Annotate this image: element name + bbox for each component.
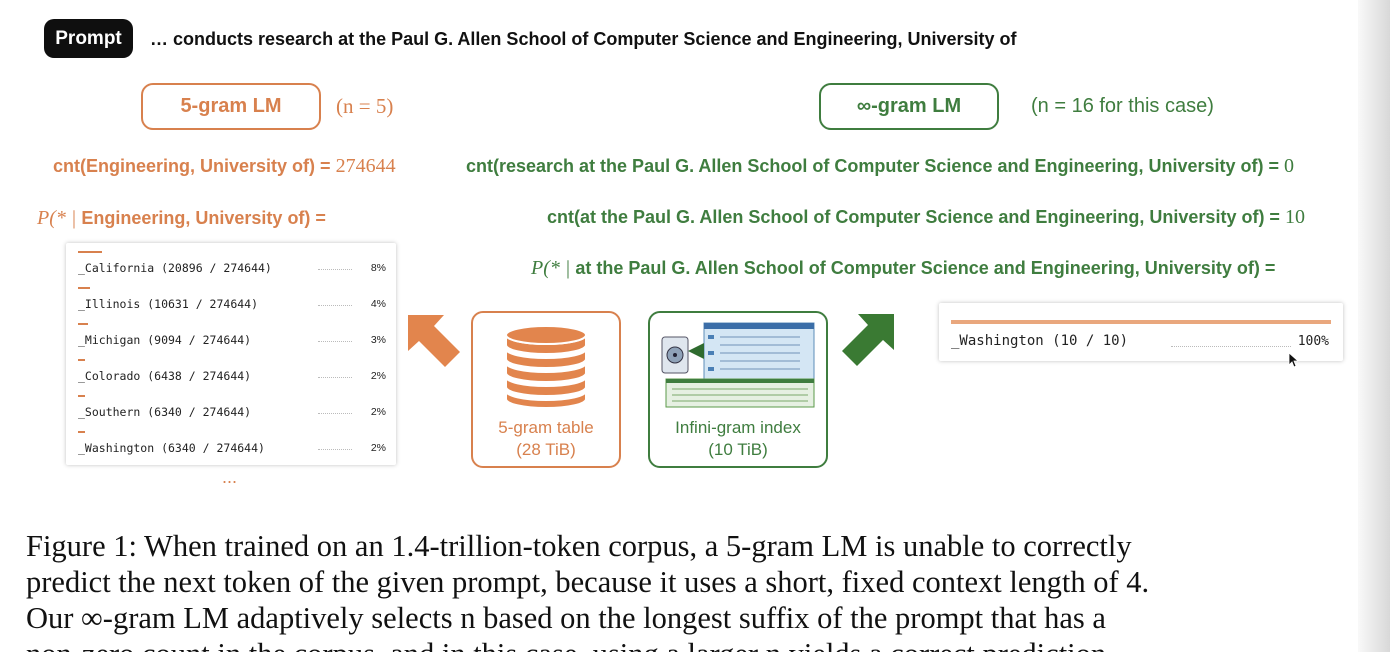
distribution-pct: 4% — [370, 298, 386, 310]
prompt-badge: Prompt — [44, 19, 133, 58]
infini-gram-lm-box: ∞-gram LM — [819, 83, 999, 130]
caption-line: non-zero count in the corpus, and in thi… — [26, 636, 1366, 652]
distribution-label: _Illinois (10631 / 274644) — [78, 297, 259, 311]
infini-gram-count-16-value: 0 — [1284, 155, 1295, 177]
distribution-label: _Southern (6340 / 274644) — [78, 405, 252, 419]
prompt-text: … conducts research at the Paul G. Allen… — [150, 29, 1017, 49]
distribution-row: _Illinois (10631 / 274644) 4% — [78, 283, 390, 319]
dotted-leader — [318, 305, 352, 306]
distribution-bar — [78, 395, 85, 397]
five-gram-prob-prefix: P(* | — [37, 207, 77, 229]
infini-gram-count-16: cnt(research at the Paul G. Allen School… — [466, 155, 1294, 178]
distribution-label: _Michigan (9094 / 274644) — [78, 333, 252, 347]
distribution-label: _Colorado (6438 / 274644) — [78, 369, 252, 383]
infini-gram-n-note: (n = 16 for this case) — [1031, 95, 1214, 117]
dotted-leader — [318, 377, 352, 378]
five-gram-count-value: 274644 — [335, 155, 396, 177]
distribution-pct: 100% — [1297, 334, 1329, 349]
database-icon — [505, 325, 587, 409]
infini-gram-prob: P(* | at the Paul G. Allen School of Com… — [531, 257, 1275, 280]
window-edge-shadow — [1358, 0, 1390, 652]
infini-gram-prob-prefix: P(* | — [531, 257, 571, 279]
distribution-bar — [951, 320, 1331, 324]
distribution-row: _Michigan (9094 / 274644) 3% — [78, 319, 390, 355]
distribution-row: _Southern (6340 / 274644) 2% — [78, 391, 390, 427]
distribution-row: _Washington (6340 / 274644) 2% — [78, 427, 390, 463]
infini-gram-distribution-table: _Washington (10 / 10) 100% — [939, 303, 1343, 361]
infini-gram-count-15: cnt(at the Paul G. Allen School of Compu… — [547, 206, 1305, 229]
infini-gram-count-15-value: 10 — [1284, 206, 1305, 228]
distribution-pct: 2% — [370, 370, 386, 382]
distribution-bar — [78, 431, 85, 433]
infini-gram-store-size: (10 TiB) — [708, 440, 768, 459]
five-gram-lm-box: 5-gram LM — [141, 83, 321, 130]
infini-gram-count-15-label: cnt(at the Paul G. Allen School of Compu… — [547, 207, 1280, 227]
green-arrow-icon — [842, 314, 894, 366]
dotted-leader — [318, 269, 352, 270]
caption-line: predict the next token of the given prom… — [26, 565, 1150, 599]
five-gram-n-note: (n = 5) — [336, 94, 394, 118]
dotted-leader — [318, 341, 352, 342]
dotted-leader — [318, 449, 352, 450]
distribution-pct: 3% — [370, 334, 386, 346]
distribution-bar — [78, 251, 102, 253]
distribution-bar — [78, 359, 85, 361]
five-gram-count: cnt(Engineering, University of) = 274644 — [53, 155, 396, 178]
dotted-leader — [1171, 346, 1291, 347]
distribution-row: _Colorado (6438 / 274644) 2% — [78, 355, 390, 391]
infini-gram-index-store: Infini-gram index (10 TiB) — [648, 311, 828, 468]
distribution-label: _California (20896 / 274644) — [78, 261, 272, 275]
dotted-leader — [318, 413, 352, 414]
caption-line: Our ∞-gram LM adaptively selects n based… — [26, 601, 1106, 635]
distribution-pct: 8% — [370, 262, 386, 274]
five-gram-table-store: 5-gram table (28 TiB) — [471, 311, 621, 468]
infini-gram-count-16-label: cnt(research at the Paul G. Allen School… — [466, 156, 1280, 176]
caption-line: Figure 1: When trained on an 1.4-trillio… — [26, 529, 1132, 563]
five-gram-store-size: (28 TiB) — [516, 440, 576, 459]
distribution-bar — [78, 323, 88, 325]
more-rows-ellipsis: ... — [222, 467, 238, 487]
distribution-label: _Washington (10 / 10) — [951, 333, 1129, 349]
five-gram-distribution-table: _California (20896 / 274644) 8% _Illinoi… — [66, 243, 396, 465]
infini-gram-store-label: Infini-gram index — [675, 418, 801, 437]
orange-arrow-icon — [408, 315, 460, 367]
five-gram-count-label: cnt(Engineering, University of) = — [53, 156, 331, 176]
distribution-bar — [78, 287, 90, 289]
distribution-row: _California (20896 / 274644) 8% — [78, 247, 390, 283]
five-gram-store-label: 5-gram table — [498, 418, 594, 437]
distribution-label: _Washington (6340 / 274644) — [78, 441, 265, 455]
figure-caption: Figure 1: When trained on an 1.4-trillio… — [26, 528, 1366, 652]
infini-gram-prob-label: at the Paul G. Allen School of Computer … — [575, 258, 1276, 278]
index-structure-icon — [661, 322, 815, 408]
mouse-cursor-icon — [1288, 352, 1298, 368]
distribution-pct: 2% — [370, 406, 386, 418]
five-gram-prob-label: Engineering, University of) = — [81, 208, 326, 228]
five-gram-prob: P(* | Engineering, University of) = — [37, 207, 326, 230]
distribution-pct: 2% — [370, 442, 386, 454]
